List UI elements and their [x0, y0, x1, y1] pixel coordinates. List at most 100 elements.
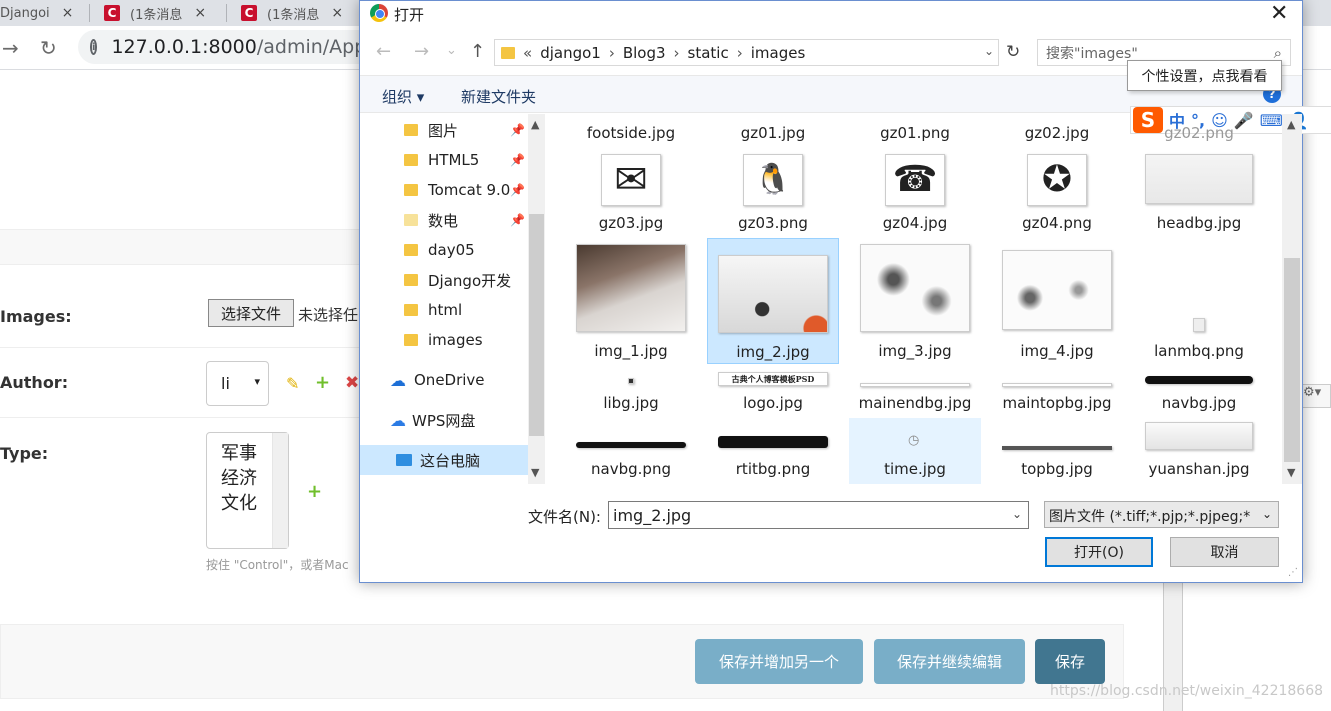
- tab-close-icon[interactable]: ×: [194, 5, 206, 21]
- pin-icon: 📌: [510, 123, 525, 137]
- file-type-select[interactable]: 图片文件 (*.tiff;*.pjp;*.pjpeg;* ⌄: [1044, 501, 1279, 528]
- breadcrumb-overflow[interactable]: «: [523, 44, 532, 62]
- file-item[interactable]: topbg.jpg: [991, 418, 1123, 484]
- back-icon[interactable]: ←: [376, 41, 391, 62]
- save-button[interactable]: 保存: [1035, 639, 1105, 684]
- tree-item-onedrive[interactable]: ☁ OneDrive: [360, 365, 528, 395]
- tab-title: Djangoi: [0, 5, 50, 21]
- scroll-down-icon[interactable]: ▼: [1287, 466, 1295, 479]
- folder-icon: [404, 304, 418, 316]
- browser-tab-csdn-2[interactable]: C (1条消息 ×: [241, 0, 361, 26]
- type-label: Type:: [0, 444, 49, 463]
- file-name: img_3.jpg: [878, 342, 952, 360]
- no-file-text: 未选择任: [298, 306, 359, 324]
- file-name: libg.jpg: [603, 394, 659, 412]
- resize-grip-icon[interactable]: ⋰: [1288, 567, 1298, 578]
- new-folder-button[interactable]: 新建文件夹: [461, 86, 536, 107]
- chevron-down-icon[interactable]: ⌄: [1012, 507, 1022, 521]
- file-name: gz01.png: [880, 124, 950, 142]
- chevron-right-icon[interactable]: ›: [737, 44, 743, 62]
- choose-file-button[interactable]: 选择文件: [208, 299, 294, 327]
- tree-item-day05[interactable]: day05: [360, 235, 528, 265]
- tree-item-html[interactable]: html: [360, 295, 528, 325]
- file-item[interactable]: navbg.png: [565, 418, 697, 484]
- file-name: img_4.jpg: [1020, 342, 1094, 360]
- open-file-dialog: 打开 ✕ ← → ⌄ ↑ « django1 › Blog3 › static …: [359, 0, 1331, 583]
- csdn-icon: C: [104, 5, 120, 21]
- tree-item-pictures[interactable]: 图片 📌: [360, 115, 528, 145]
- tree-item-digital[interactable]: 数电 📌: [360, 205, 528, 235]
- file-name: topbg.jpg: [1021, 460, 1093, 478]
- file-thumbnail: [1145, 422, 1253, 450]
- open-button[interactable]: 打开(O): [1045, 537, 1153, 567]
- file-name: maintopbg.jpg: [1002, 394, 1112, 412]
- scroll-up-icon[interactable]: ▲: [1287, 118, 1295, 131]
- info-icon[interactable]: i: [90, 39, 98, 55]
- file-item[interactable]: img_1.jpg: [565, 238, 697, 364]
- forward-icon[interactable]: →: [414, 41, 429, 62]
- chevron-right-icon[interactable]: ›: [674, 44, 680, 62]
- file-item[interactable]: rtitbg.png: [707, 418, 839, 484]
- tree-item-this-pc[interactable]: 这台电脑: [360, 445, 528, 475]
- url-bar[interactable]: i 127.0.0.1:8000/admin/App1/: [78, 30, 385, 64]
- breadcrumb-item[interactable]: django1: [540, 44, 601, 62]
- breadcrumb[interactable]: « django1 › Blog3 › static › images: [494, 39, 999, 66]
- tree-item-images[interactable]: images: [360, 325, 528, 355]
- author-select[interactable]: li ▾: [206, 361, 269, 406]
- folder-icon: [404, 124, 418, 136]
- tree-item-tomcat[interactable]: Tomcat 9.0 📌: [360, 175, 528, 205]
- type-multiselect[interactable]: 军事 经济 文化: [206, 432, 289, 549]
- filename-input[interactable]: img_2.jpg ⌄: [608, 501, 1029, 529]
- organize-menu[interactable]: 组织 ▾: [382, 86, 424, 107]
- breadcrumb-item[interactable]: images: [751, 44, 806, 62]
- file-item[interactable]: img_3.jpg: [849, 238, 981, 364]
- add-type-icon[interactable]: +: [307, 481, 322, 502]
- reload-icon[interactable]: ↻: [40, 36, 57, 60]
- file-name: gz03.png: [738, 214, 808, 232]
- browser-tab-django[interactable]: Djangoi ×: [0, 0, 88, 26]
- folder-icon: [404, 214, 418, 226]
- file-item[interactable]: lanmbq.png: [1133, 238, 1265, 364]
- tree-scrollbar[interactable]: ▲ ▼: [528, 114, 545, 484]
- file-item-selected[interactable]: img_2.jpg: [707, 238, 839, 364]
- delete-author-icon[interactable]: ✖: [345, 373, 359, 393]
- forward-icon[interactable]: →: [2, 36, 19, 60]
- file-name: img_2.jpg: [736, 343, 810, 361]
- scroll-thumb[interactable]: [529, 214, 544, 436]
- scroll-down-icon[interactable]: ▼: [531, 466, 539, 479]
- file-item[interactable]: img_4.jpg: [991, 238, 1123, 364]
- file-thumbnail: [1002, 446, 1112, 450]
- tab-divider: [226, 4, 227, 22]
- breadcrumb-item[interactable]: static: [688, 44, 729, 62]
- up-folder-icon[interactable]: ↑: [470, 41, 485, 62]
- file-item-hovered[interactable]: ◷ time.jpg: [849, 418, 981, 484]
- save-continue-button[interactable]: 保存并继续编辑: [874, 639, 1025, 684]
- file-list-scrollbar[interactable]: ▲ ▼: [1282, 114, 1302, 484]
- refresh-icon[interactable]: ↻: [1006, 42, 1020, 62]
- scroll-up-icon[interactable]: ▲: [531, 118, 539, 131]
- tree-item-wps[interactable]: ☁ WPS网盘: [360, 405, 528, 435]
- file-thumbnail: [718, 436, 828, 448]
- tab-close-icon[interactable]: ×: [331, 5, 343, 21]
- cloud-icon: ☁: [390, 410, 406, 430]
- edit-author-icon[interactable]: ✎: [286, 374, 299, 393]
- recent-locations-icon[interactable]: ⌄: [446, 43, 457, 58]
- add-author-icon[interactable]: +: [315, 372, 330, 393]
- cancel-button[interactable]: 取消: [1170, 537, 1279, 567]
- chevron-down-icon[interactable]: ⌄: [984, 44, 994, 58]
- file-item[interactable]: yuanshan.jpg: [1133, 418, 1265, 484]
- file-thumbnail: [1002, 383, 1112, 387]
- tree-item-label: 图片: [428, 121, 459, 140]
- award-icon: ✪: [1027, 154, 1087, 206]
- browser-tab-csdn-1[interactable]: C (1条消息 ×: [104, 0, 224, 26]
- scroll-thumb[interactable]: [1284, 258, 1300, 462]
- scrollbar[interactable]: [272, 433, 288, 548]
- chevron-right-icon[interactable]: ›: [609, 44, 615, 62]
- tree-item-html5[interactable]: HTML5 📌: [360, 145, 528, 175]
- penguin-icon: 🐧: [743, 154, 803, 206]
- tab-close-icon[interactable]: ×: [62, 5, 74, 21]
- close-icon[interactable]: ✕: [1270, 1, 1288, 26]
- breadcrumb-item[interactable]: Blog3: [623, 44, 666, 62]
- tree-item-django[interactable]: Django开发: [360, 265, 528, 295]
- save-add-another-button[interactable]: 保存并增加另一个: [695, 639, 863, 684]
